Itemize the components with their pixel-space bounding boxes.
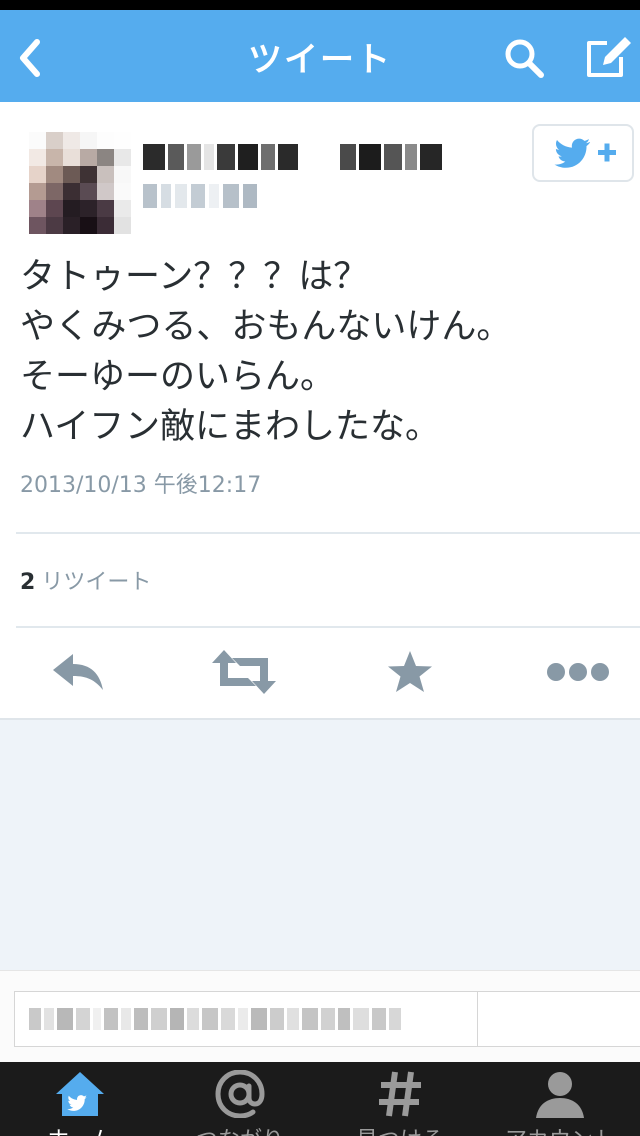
avatar-pixelated-image	[29, 132, 131, 234]
reply-input[interactable]	[14, 991, 478, 1047]
retweet-button[interactable]	[204, 632, 284, 712]
status-bar	[0, 0, 640, 10]
search-button[interactable]	[496, 30, 552, 86]
tweet-text-line: そーゆーのいらん。	[20, 357, 336, 397]
tab-connect[interactable]: つながり	[160, 1062, 320, 1136]
tab-bar: ホーム つながり 見つける アカウント	[0, 1062, 640, 1136]
avatar[interactable]	[29, 132, 131, 234]
more-button[interactable]	[538, 632, 618, 712]
divider	[16, 626, 640, 628]
tweet-text-line: ハイフン敵にまわしたな。	[20, 407, 441, 447]
at-icon	[215, 1070, 265, 1118]
hashtag-icon	[379, 1071, 421, 1117]
tweet-card: タトゥーン？？？は？ やくみつる、おもんないけん。 そーゆーのいらん。 ハイフン…	[0, 102, 640, 720]
tab-label: 見つける	[320, 1122, 480, 1136]
search-icon	[505, 39, 544, 78]
home-icon	[56, 1072, 104, 1116]
tab-account[interactable]: アカウント	[480, 1062, 640, 1136]
tweet-text-line: タトゥーン？？？は？	[20, 257, 369, 297]
tweet-text-line: やくみつる、おもんないけん。	[20, 307, 512, 347]
retweet-label: リツイート	[41, 570, 152, 595]
tab-label: つながり	[160, 1122, 320, 1136]
navigation-bar: ツイート	[0, 10, 640, 102]
compose-button[interactable]	[580, 30, 636, 86]
retweet-icon	[212, 650, 276, 694]
tab-home[interactable]: ホーム	[0, 1062, 160, 1136]
divider	[16, 532, 640, 534]
reply-input-extension	[478, 991, 640, 1047]
tab-discover[interactable]: 見つける	[320, 1062, 480, 1136]
tab-label: アカウント	[480, 1122, 640, 1136]
retweet-count: 2	[20, 570, 36, 595]
reply-button[interactable]	[38, 632, 118, 712]
follow-button[interactable]	[532, 124, 634, 182]
follow-user-icon	[554, 138, 616, 168]
favorite-button[interactable]	[370, 632, 450, 712]
user-handle-redacted	[143, 184, 257, 208]
tweet-text: タトゥーン？？？は？ やくみつる、おもんないけん。 そーゆーのいらん。 ハイフン…	[20, 252, 620, 452]
compose-icon	[587, 37, 631, 77]
person-icon	[536, 1072, 584, 1118]
tab-label: ホーム	[0, 1122, 160, 1136]
reply-bar	[0, 970, 640, 1063]
reply-icon	[53, 654, 103, 690]
retweet-stats[interactable]: 2 リツイート	[20, 564, 151, 596]
more-icon	[547, 663, 609, 681]
user-display-name-redacted	[143, 144, 442, 170]
star-icon	[388, 651, 432, 692]
tweet-timestamp: 2013/10/13 午後12:17	[20, 473, 262, 498]
